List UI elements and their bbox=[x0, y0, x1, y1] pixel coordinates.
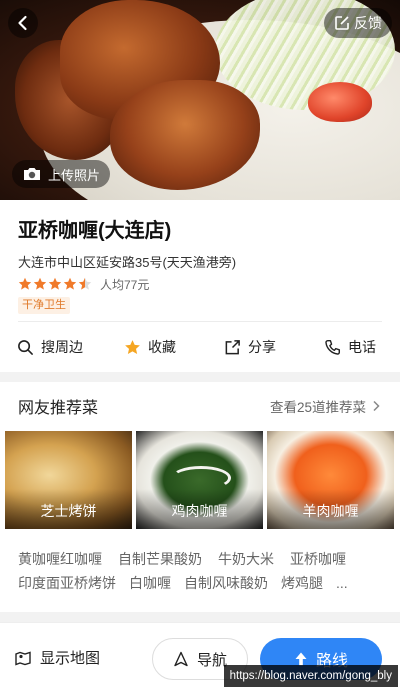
per-capita-price: 人均77元 bbox=[100, 277, 150, 292]
rating-star-icon bbox=[63, 277, 77, 290]
hero-tomato-shape bbox=[308, 82, 372, 122]
more-dishes-list: 黄咖喱红咖喱 自制芒果酸奶 牛奶大米 亚桥咖喱 印度面亚桥烤饼 白咖喱 自制风味… bbox=[18, 547, 388, 595]
chevron-right-icon bbox=[373, 400, 380, 412]
dish-label: 鸡肉咖喱 bbox=[171, 503, 228, 519]
search-nearby-label: 搜周边 bbox=[41, 339, 83, 355]
search-nearby-button[interactable]: 搜周边 bbox=[0, 322, 100, 372]
recommend-title: 网友推荐菜 bbox=[18, 400, 99, 417]
dish-name[interactable]: 牛奶大米 bbox=[218, 547, 274, 571]
watermark: https://blog.naver.com/gong_bly bbox=[223, 665, 398, 687]
dish-name[interactable]: 自制芒果酸奶 bbox=[118, 547, 202, 571]
dish-card[interactable]: 羊肉咖喱 bbox=[267, 431, 394, 529]
phone-button[interactable]: 电话 bbox=[300, 322, 400, 372]
feedback-button[interactable]: 反馈 bbox=[324, 8, 392, 38]
view-all-dishes-link[interactable]: 查看25道推荐菜 bbox=[270, 396, 382, 416]
dish-name[interactable]: 白咖喱 bbox=[129, 571, 171, 595]
upload-photo-label: 上传照片 bbox=[48, 167, 101, 183]
map-pin-icon bbox=[15, 651, 31, 666]
rating-star-icon bbox=[78, 277, 92, 290]
dish-name[interactable]: 亚桥咖喱 bbox=[290, 547, 346, 571]
restaurant-info: 亚桥咖喱(大连店) 大连市中山区延安路35号(天天渔港旁) 人均77元 干净卫生 bbox=[0, 200, 400, 314]
dish-name[interactable]: 烤鸡腿 bbox=[281, 571, 323, 595]
share-icon bbox=[225, 339, 240, 354]
upload-photo-button[interactable]: 上传照片 bbox=[12, 160, 111, 188]
favorite-button[interactable]: 收藏 bbox=[100, 322, 200, 372]
dish-card[interactable]: 鸡肉咖喱 bbox=[136, 431, 263, 529]
section-gap bbox=[0, 372, 400, 382]
dish-name[interactable]: 黄咖喱红咖喱 bbox=[18, 547, 102, 571]
chevron-left-icon bbox=[18, 15, 27, 31]
dish-label: 芝士烤饼 bbox=[40, 503, 97, 519]
feature-tag: 干净卫生 bbox=[18, 297, 70, 314]
camera-icon bbox=[24, 168, 40, 180]
rating-row: 人均77元 bbox=[18, 275, 382, 293]
rating-star-icon bbox=[33, 277, 47, 290]
rating-star-icon bbox=[18, 277, 32, 290]
view-all-dishes-label: 查看25道推荐菜 bbox=[269, 400, 366, 415]
star-icon bbox=[125, 339, 140, 354]
more-ellipsis: ... bbox=[336, 575, 348, 591]
rating-stars bbox=[18, 277, 92, 291]
restaurant-name: 亚桥咖喱(大连店) bbox=[18, 220, 172, 242]
hero-photo[interactable]: 反馈 上传照片 bbox=[0, 0, 400, 200]
edit-icon bbox=[335, 16, 349, 30]
phone-icon bbox=[325, 339, 341, 355]
action-bar: 搜周边 收藏 分享 电话 bbox=[0, 322, 400, 372]
dish-card[interactable]: 芝士烤饼 bbox=[5, 431, 132, 529]
recommend-header: 网友推荐菜 查看25道推荐菜 bbox=[0, 382, 400, 430]
navigate-label: 导航 bbox=[196, 651, 227, 669]
feedback-label: 反馈 bbox=[354, 15, 382, 31]
show-map-label: 显示地图 bbox=[40, 650, 101, 667]
more-dishes-row: 印度面亚桥烤饼 白咖喱 自制风味酸奶 烤鸡腿 ... bbox=[18, 571, 388, 595]
restaurant-address: 大连市中山区延安路35号(天天渔港旁) bbox=[18, 255, 237, 270]
back-button[interactable] bbox=[8, 8, 38, 38]
phone-label: 电话 bbox=[348, 339, 376, 355]
favorite-label: 收藏 bbox=[148, 339, 176, 355]
section-gap bbox=[0, 612, 400, 622]
show-map-button[interactable]: 显示地图 bbox=[14, 647, 100, 668]
share-label: 分享 bbox=[248, 339, 276, 355]
search-icon bbox=[18, 339, 33, 355]
dish-name[interactable]: 印度面亚桥烤饼 bbox=[18, 571, 116, 595]
rating-star-icon bbox=[48, 277, 62, 290]
more-dishes-row: 黄咖喱红咖喱 自制芒果酸奶 牛奶大米 亚桥咖喱 bbox=[18, 547, 388, 571]
dish-label: 羊肉咖喱 bbox=[302, 503, 359, 519]
navigation-arrow-icon bbox=[174, 651, 188, 667]
share-button[interactable]: 分享 bbox=[200, 322, 300, 372]
dish-name[interactable]: 自制风味酸奶 bbox=[184, 571, 268, 595]
dish-gallery: 芝士烤饼 鸡肉咖喱 羊肉咖喱 bbox=[5, 431, 395, 529]
